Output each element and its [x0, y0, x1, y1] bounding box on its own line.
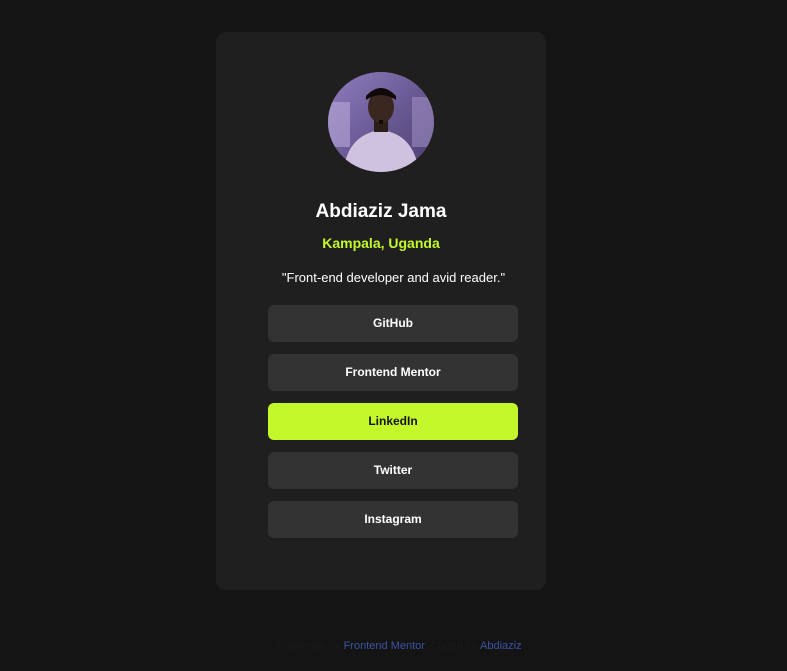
- profile-bio: "Front-end developer and avid reader.": [281, 270, 506, 285]
- frontend-mentor-link-button[interactable]: Frontend Mentor: [268, 354, 518, 391]
- attribution: Challenge by Frontend Mentor. Coded by A…: [0, 640, 787, 652]
- profile-card: Abdiaziz Jama Kampala, Uganda "Front-end…: [216, 32, 546, 590]
- attribution-prefix: Challenge by: [276, 640, 344, 652]
- profile-name: Abdiaziz Jama: [315, 201, 447, 222]
- attribution-suffix: .: [521, 640, 525, 652]
- avatar: [328, 72, 434, 172]
- social-links: GitHub Frontend Mentor LinkedIn Twitter …: [268, 305, 518, 550]
- instagram-link-button[interactable]: Instagram: [268, 501, 518, 538]
- profile-photo-icon: [328, 72, 434, 172]
- profile-location: Kampala, Uganda: [322, 235, 440, 251]
- linkedin-link-button[interactable]: LinkedIn: [268, 403, 518, 440]
- challenge-link[interactable]: Frontend Mentor: [344, 640, 425, 652]
- twitter-link-button[interactable]: Twitter: [268, 452, 518, 489]
- github-link-button[interactable]: GitHub: [268, 305, 518, 342]
- attribution-middle: . Coded by: [424, 640, 480, 652]
- author-link[interactable]: Abdiaziz: [480, 640, 522, 652]
